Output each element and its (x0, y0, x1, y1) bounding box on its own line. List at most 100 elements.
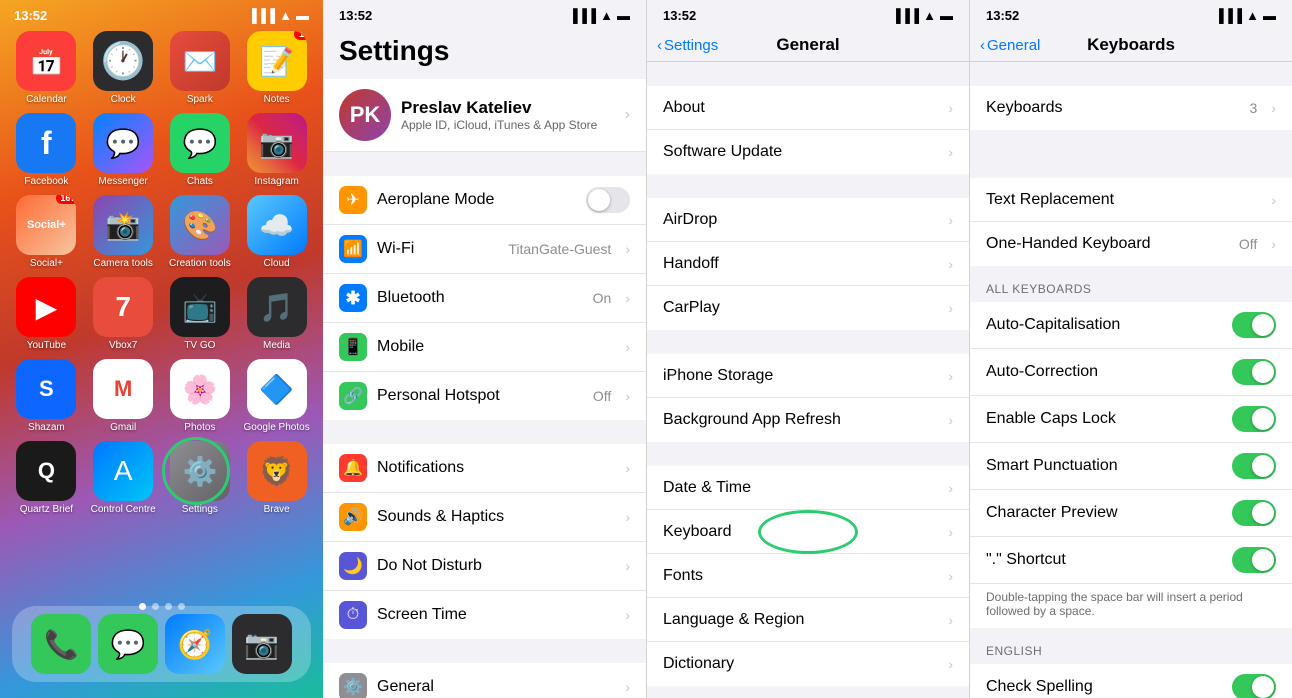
auto-correction-row[interactable]: Auto-Correction (970, 349, 1292, 396)
keyboards-row[interactable]: Keyboards 3 › (970, 86, 1292, 130)
app-vbox7[interactable]: 7 Vbox7 (89, 277, 158, 351)
text-replacement-chevron: › (1271, 192, 1276, 208)
airdrop-chevron: › (948, 212, 953, 228)
app-creation-tools[interactable]: 🎨 Creation tools (166, 195, 235, 269)
app-gmail[interactable]: M Gmail (89, 359, 158, 433)
general-dictionary[interactable]: Dictionary › (647, 642, 969, 686)
profile-chevron: › (625, 106, 630, 124)
settings-hotspot[interactable]: 🔗 Personal Hotspot Off › (323, 372, 646, 420)
text-replacement[interactable]: Text Replacement › (970, 178, 1292, 222)
general-software-update[interactable]: Software Update › (647, 130, 969, 174)
settings-screen-time[interactable]: ⏱ Screen Time › (323, 591, 646, 639)
dock-safari[interactable]: 🧭 (165, 614, 225, 674)
profile-cell[interactable]: PK Preslav Kateliev Apple ID, iCloud, iT… (323, 79, 646, 152)
general-back-button[interactable]: ‹ Settings (657, 37, 718, 54)
settings-wifi-icon: ▲ (600, 8, 613, 23)
app-youtube[interactable]: ▶ YouTube (12, 277, 81, 351)
app-social-plus[interactable]: Social+ 167 Social+ (12, 195, 81, 269)
bluetooth-icon: ✱ (339, 284, 367, 312)
app-icon-shazam: S (16, 359, 76, 419)
smart-punctuation-toggle[interactable] (1232, 453, 1276, 479)
dnd-label: Do Not Disturb (377, 557, 615, 575)
general-wifi-icon: ▲ (923, 8, 936, 23)
period-shortcut-toggle[interactable] (1232, 547, 1276, 573)
app-brave[interactable]: 🦁 Brave (242, 441, 311, 515)
app-icon-phone: 📞 (31, 614, 91, 674)
character-preview-toggle[interactable] (1232, 500, 1276, 526)
keyboards-back-label: General (987, 37, 1040, 54)
dock-camera[interactable]: 📷 (232, 614, 292, 674)
general-handoff[interactable]: Handoff › (647, 242, 969, 286)
app-messenger[interactable]: 💬 Messenger (89, 113, 158, 187)
auto-correction-toggle[interactable] (1232, 359, 1276, 385)
app-quartz[interactable]: Q Quartz Brief (12, 441, 81, 515)
app-spark[interactable]: ✉️ Spark (166, 31, 235, 105)
app-camera-tools[interactable]: 📸 Camera tools (89, 195, 158, 269)
check-spelling-toggle[interactable] (1232, 674, 1276, 698)
dnd-icon: 🌙 (339, 552, 367, 580)
app-instagram[interactable]: 📷 Instagram (242, 113, 311, 187)
auto-capitalisation-row[interactable]: Auto-Capitalisation (970, 302, 1292, 349)
app-media[interactable]: 🎵 Media (242, 277, 311, 351)
app-tvgo[interactable]: 📺 TV GO (166, 277, 235, 351)
settings-general[interactable]: ⚙️ General › (323, 663, 646, 698)
app-chats[interactable]: 💬 Chats (166, 113, 235, 187)
app-icon-youtube: ▶ (16, 277, 76, 337)
app-label-gmail: Gmail (110, 422, 136, 433)
app-clock[interactable]: 🕐 Clock (89, 31, 158, 105)
about-chevron: › (948, 100, 953, 116)
caps-lock-row[interactable]: Enable Caps Lock (970, 396, 1292, 443)
check-spelling-label: Check Spelling (986, 678, 1232, 696)
auto-cap-toggle[interactable] (1232, 312, 1276, 338)
general-iphone-storage[interactable]: iPhone Storage › (647, 354, 969, 398)
app-google-photos[interactable]: 🔷 Google Photos (242, 359, 311, 433)
check-spelling-row[interactable]: Check Spelling (970, 664, 1292, 698)
profile-name: Preslav Kateliev (401, 98, 615, 118)
general-about[interactable]: About › (647, 86, 969, 130)
app-notes[interactable]: 📝 1 Notes (242, 31, 311, 105)
app-label-vbox7: Vbox7 (109, 340, 137, 351)
settings-notifications[interactable]: 🔔 Notifications › (323, 444, 646, 493)
app-label-clock: Clock (111, 94, 136, 105)
settings-sounds[interactable]: 🔊 Sounds & Haptics › (323, 493, 646, 542)
app-appstore[interactable]: A Control Centre (89, 441, 158, 515)
settings-aeroplane-mode[interactable]: ✈ Aeroplane Mode (323, 176, 646, 225)
one-handed-keyboard[interactable]: One-Handed Keyboard Off › (970, 222, 1292, 266)
notifications-chevron: › (625, 460, 630, 476)
app-facebook[interactable]: f Facebook (12, 113, 81, 187)
general-bg-refresh[interactable]: Background App Refresh › (647, 398, 969, 442)
app-icon-appstore: A (93, 441, 153, 501)
general-keyboard[interactable]: Keyboard › (647, 510, 969, 554)
caps-lock-toggle[interactable] (1232, 406, 1276, 432)
general-language-region[interactable]: Language & Region › (647, 598, 969, 642)
battery-icon: ▬ (296, 8, 309, 23)
aeroplane-toggle[interactable] (586, 187, 630, 213)
keyboards-battery-icon: ▬ (1263, 8, 1276, 23)
dock-messages[interactable]: 💬 (98, 614, 158, 674)
app-calendar[interactable]: 📅 Calendar (12, 31, 81, 105)
app-shazam[interactable]: S Shazam (12, 359, 81, 433)
general-date-time[interactable]: Date & Time › (647, 466, 969, 510)
general-fonts[interactable]: Fonts › (647, 554, 969, 598)
settings-bluetooth[interactable]: ✱ Bluetooth On › (323, 274, 646, 323)
period-shortcut-row[interactable]: "." Shortcut (970, 537, 1292, 584)
general-airdrop[interactable]: AirDrop › (647, 198, 969, 242)
all-keyboards-group: Auto-Capitalisation Auto-Correction Enab… (970, 302, 1292, 628)
keyboards-back-button[interactable]: ‹ General (980, 37, 1040, 54)
app-icon-notes: 📝 1 (247, 31, 307, 91)
smart-punctuation-row[interactable]: Smart Punctuation (970, 443, 1292, 490)
app-settings[interactable]: ⚙️ Settings (166, 441, 235, 515)
general-group-4: Date & Time › Keyboard › Fonts › Languag… (647, 466, 969, 686)
app-icon-chats: 💬 (170, 113, 230, 173)
settings-mobile[interactable]: 📱 Mobile › (323, 323, 646, 372)
settings-wifi[interactable]: 📶 Wi-Fi TitanGate-Guest › (323, 225, 646, 274)
mobile-label: Mobile (377, 338, 615, 356)
app-label-chats: Chats (187, 176, 213, 187)
character-preview-row[interactable]: Character Preview (970, 490, 1292, 537)
app-cloud[interactable]: ☁️ Cloud (242, 195, 311, 269)
settings-dnd[interactable]: 🌙 Do Not Disturb › (323, 542, 646, 591)
general-carplay[interactable]: CarPlay › (647, 286, 969, 330)
software-update-label: Software Update (663, 143, 938, 161)
app-photos[interactable]: 🌸 Photos (166, 359, 235, 433)
dock-phone[interactable]: 📞 (31, 614, 91, 674)
